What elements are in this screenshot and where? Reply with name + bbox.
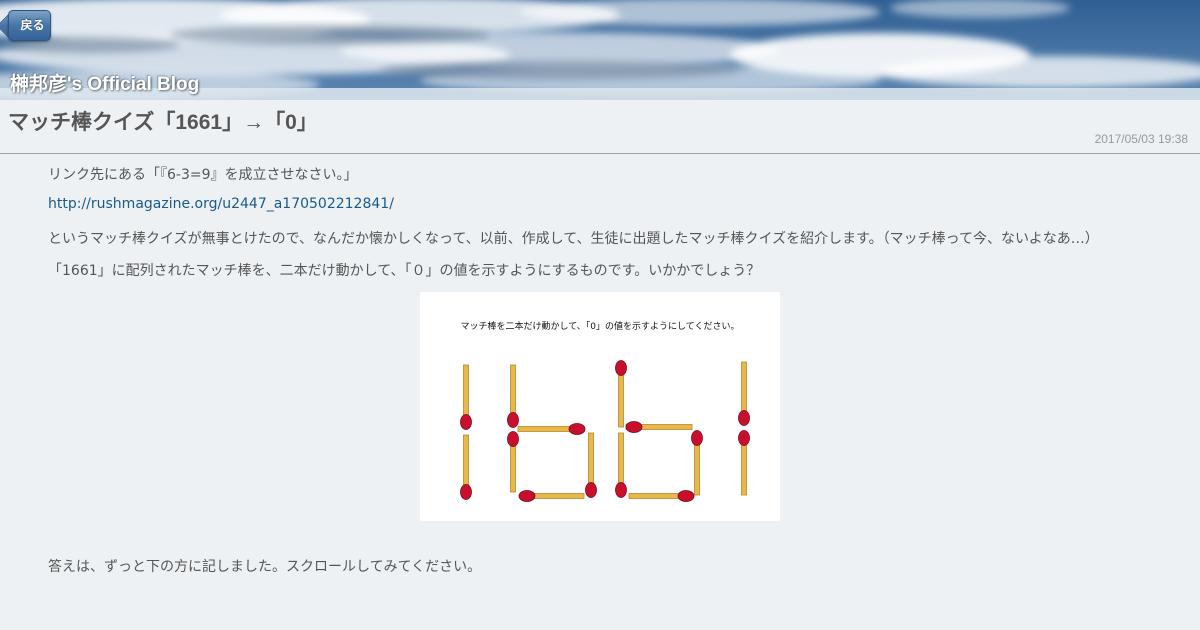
matchstick-head <box>615 360 627 376</box>
matchstick <box>588 432 594 491</box>
matchstick-head <box>615 482 627 498</box>
matchstick-head <box>738 410 750 426</box>
matchstick <box>510 364 516 421</box>
matchstick-head <box>460 414 472 430</box>
matchstick-head <box>585 482 597 498</box>
matchstick-head <box>677 490 695 502</box>
paragraph-question: 「1661」に配列されたマッチ棒を、二本だけ動かして、「０」の値を示すようにする… <box>48 263 761 279</box>
matchstick <box>618 432 624 491</box>
matchstick <box>463 434 469 493</box>
title-divider <box>0 153 1200 154</box>
matchstick-head <box>460 484 472 500</box>
matchstick-head <box>507 412 519 428</box>
page-title: マッチ棒クイズ「1661」→「0」 <box>8 111 318 134</box>
back-button-wrap[interactable]: 戻る <box>8 10 51 41</box>
matchstick <box>694 437 700 496</box>
paragraph-intro: リンク先にある「『6-3=9』を成立させなさい。」 <box>48 167 358 183</box>
paragraph-link: http://rushmagazine.org/u2447_a170502212… <box>48 196 394 212</box>
matchstick <box>618 371 624 428</box>
matchstick <box>628 493 687 499</box>
post-date: 2017/05/03 19:38 <box>1094 132 1188 146</box>
matchstick-figure <box>460 360 750 502</box>
matchstick <box>741 437 747 496</box>
back-button[interactable]: 戻る <box>8 10 51 41</box>
external-link[interactable]: http://rushmagazine.org/u2447_a170502212… <box>48 196 394 212</box>
matchstick-head <box>625 421 643 433</box>
blog-title[interactable]: 榊邦彦's Official Blog <box>10 69 199 96</box>
matchstick-head <box>691 430 703 446</box>
paragraph-context: というマッチ棒クイズが無事とけたので、なんだか懐かしくなって、以前、作成して、生… <box>48 231 1099 247</box>
matchstick <box>741 361 747 419</box>
matchstick <box>463 364 469 423</box>
matchstick <box>517 426 578 432</box>
matchstick-head <box>738 430 750 446</box>
paragraph-answer-hint: 答えは、ずっと下の方に記しました。スクロールしてみてください。 <box>48 559 482 575</box>
matchstick-quiz-image: マッチ棒を二本だけ動かして、「0」の値を示すようにしてください。 <box>420 292 780 521</box>
matchstick <box>526 493 585 499</box>
matchstick-head <box>568 423 586 435</box>
matchstick-head <box>518 490 536 502</box>
matchstick-head <box>507 431 519 447</box>
